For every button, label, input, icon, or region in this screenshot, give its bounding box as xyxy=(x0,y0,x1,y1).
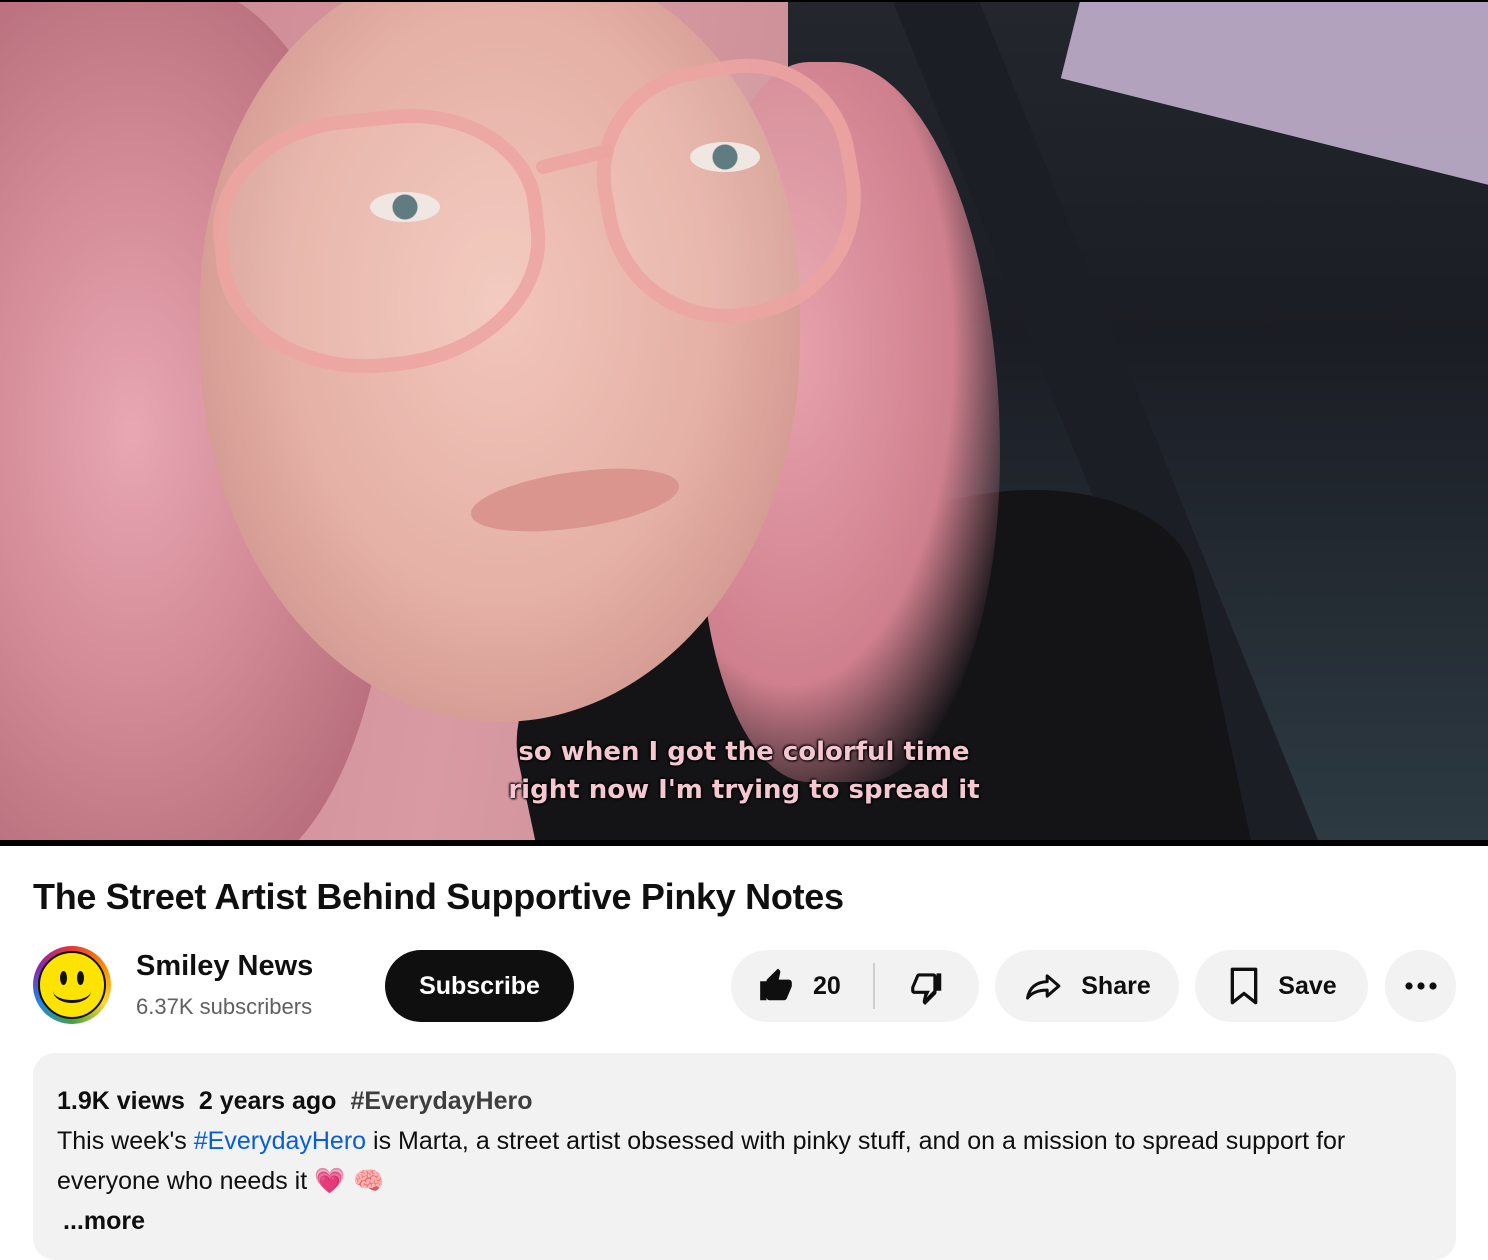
video-frame xyxy=(0,2,1488,840)
channel-avatar[interactable] xyxy=(33,946,111,1024)
show-more-link[interactable]: ...more xyxy=(63,1201,145,1241)
thumbs-up-icon xyxy=(760,968,792,1001)
smiley-face-icon xyxy=(38,951,106,1019)
more-icon xyxy=(1404,982,1437,990)
save-button[interactable]: Save xyxy=(1195,950,1368,1022)
like-count: 20 xyxy=(813,971,841,1000)
more-actions-button[interactable] xyxy=(1385,950,1456,1022)
hashtag-link[interactable]: #EverydayHero xyxy=(350,1087,532,1115)
upload-age: 2 years ago xyxy=(198,1087,337,1115)
channel-name[interactable]: Smiley News xyxy=(136,950,313,983)
view-count: 1.9K views xyxy=(57,1087,185,1115)
video-player[interactable]: so when I got the colorful time right no… xyxy=(0,0,1488,846)
video-title: The Street Artist Behind Supportive Pink… xyxy=(33,876,844,917)
description-text-start: This week's xyxy=(57,1127,194,1155)
bookmark-icon xyxy=(1230,967,1258,1005)
description-meta: 1.9K views 2 years ago #EverydayHero xyxy=(57,1081,1432,1121)
like-button[interactable]: 20 xyxy=(731,950,873,1022)
heart-brain-emoji: 💗 🧠 xyxy=(314,1166,385,1195)
subscribe-button[interactable]: Subscribe xyxy=(385,950,574,1022)
thumbs-down-icon xyxy=(911,973,942,1005)
subscriber-count: 6.37K subscribers xyxy=(136,994,313,1019)
description-box[interactable]: 1.9K views 2 years ago #EverydayHero This … xyxy=(33,1053,1456,1260)
like-dislike-group: 20 xyxy=(731,950,979,1022)
save-label: Save xyxy=(1278,971,1337,1000)
description-text: This week's #EverydayHero is Marta, a st… xyxy=(57,1121,1432,1201)
dislike-button[interactable] xyxy=(875,950,979,1022)
share-button[interactable]: Share xyxy=(995,950,1179,1022)
share-label: Share xyxy=(1081,971,1151,1000)
share-arrow-icon xyxy=(1026,974,1061,1000)
inline-hashtag-link[interactable]: #EverydayHero xyxy=(194,1127,366,1155)
